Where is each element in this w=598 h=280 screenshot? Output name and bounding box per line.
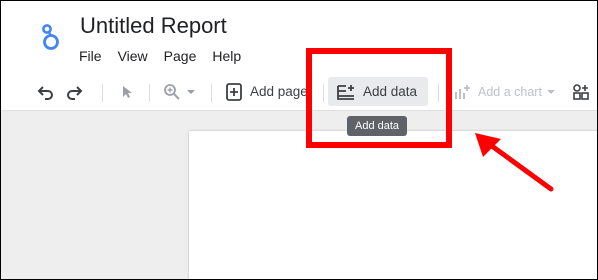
toolbar-divider xyxy=(149,84,150,102)
report-title[interactable]: Untitled Report xyxy=(80,13,227,39)
undo-button[interactable] xyxy=(37,73,55,110)
looker-studio-logo-icon xyxy=(42,24,59,50)
zoom-button[interactable] xyxy=(163,73,197,110)
toolbar-divider xyxy=(102,84,103,102)
zoom-icon xyxy=(164,83,180,100)
menu-page[interactable]: Page xyxy=(156,48,205,64)
cursor-icon xyxy=(123,85,132,98)
add-control-button[interactable] xyxy=(572,73,590,110)
toolbar: Add page Add data Add a chart xyxy=(1,73,597,111)
add-page-icon xyxy=(226,82,242,101)
menu-bar: File View Page Help xyxy=(79,48,249,64)
menu-help[interactable]: Help xyxy=(204,48,249,64)
redo-button[interactable] xyxy=(65,73,83,110)
select-tool-button[interactable] xyxy=(120,73,134,110)
add-page-label: Add page xyxy=(250,84,308,99)
toolbar-divider xyxy=(211,84,212,102)
menu-view[interactable]: View xyxy=(110,48,156,64)
add-chart-button[interactable]: Add a chart xyxy=(453,73,556,110)
undo-icon xyxy=(37,85,53,100)
red-arrow-icon xyxy=(475,133,554,192)
add-chart-label: Add a chart xyxy=(478,84,542,99)
app-header: Untitled Report File View Page Help xyxy=(1,1,597,73)
redo-icon xyxy=(67,85,83,100)
highlight-annotation xyxy=(306,48,452,148)
screenshot-frame: Untitled Report File View Page Help Add … xyxy=(0,0,598,280)
add-chart-icon xyxy=(455,84,470,99)
add-control-icon xyxy=(573,83,589,100)
menu-file[interactable]: File xyxy=(79,48,110,64)
chevron-down-icon xyxy=(187,89,195,94)
add-page-button[interactable]: Add page xyxy=(225,73,308,110)
chevron-down-icon xyxy=(546,89,555,94)
